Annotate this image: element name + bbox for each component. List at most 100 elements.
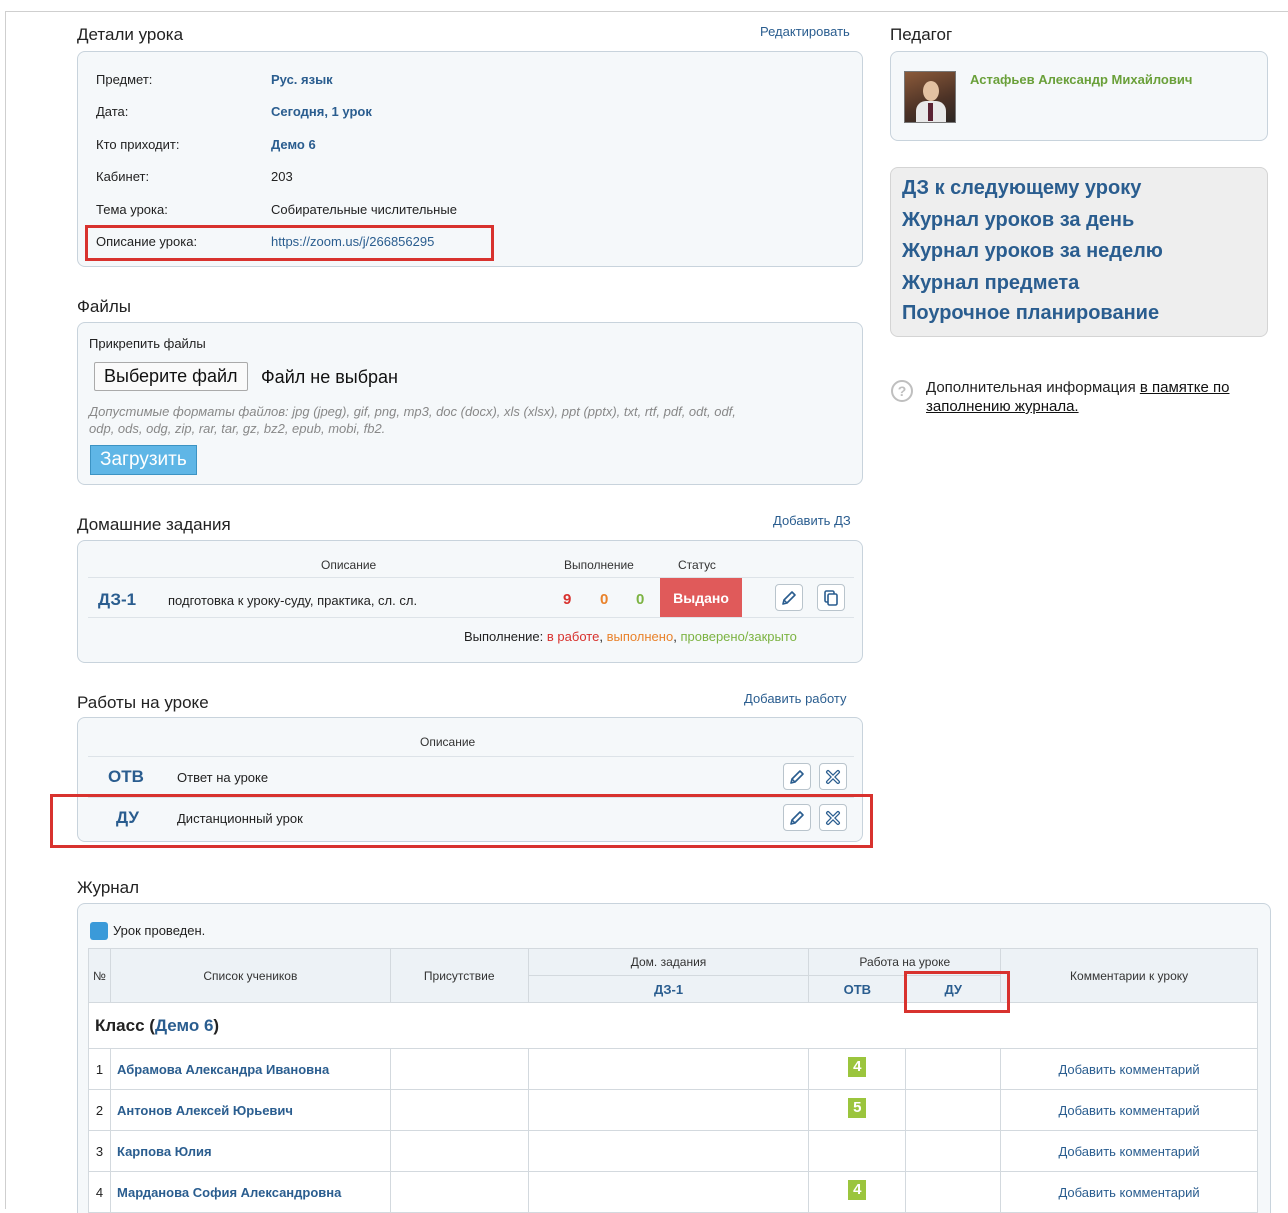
du-cell[interactable] [905, 1171, 1002, 1213]
allowed-formats-line1: Допустимые форматы файлов: jpg (jpeg), g… [89, 404, 736, 419]
class-value[interactable]: Демо 6 [271, 137, 316, 152]
row-num: 4 [88, 1171, 111, 1213]
table-row: 2 Антонов Алексей Юрьевич 5 Добавить ком… [88, 1089, 1258, 1131]
memo-link-continued[interactable]: заполнению журнала. [926, 398, 1079, 415]
upload-button[interactable]: Загрузить [90, 445, 197, 475]
student-name-link[interactable]: Марданова София Александровна [117, 1185, 341, 1200]
subject-label: Предмет: [96, 72, 153, 87]
col-header-num: № [88, 948, 111, 1003]
teacher-panel: Астафьев Александр Михайлович [890, 51, 1268, 141]
legend-sep2: , [673, 629, 677, 644]
works-title: Работы на уроке [77, 693, 209, 712]
highlight-lesson-description [85, 225, 494, 261]
subject-journal-link[interactable]: Журнал предмета [902, 272, 1079, 295]
quick-links-panel: ДЗ к следующему уроку Журнал уроков за д… [890, 167, 1268, 337]
table-row: 4 Марданова София Александровна 4 Добави… [88, 1171, 1258, 1213]
teacher-title: Педагог [890, 25, 953, 44]
homework-code-link[interactable]: ДЗ-1 [98, 590, 136, 610]
frame-border-left [5, 11, 6, 1209]
lesson-planning-link[interactable]: Поурочное планирование [902, 302, 1159, 325]
presence-cell[interactable] [389, 1171, 529, 1213]
files-title: Файлы [77, 297, 132, 316]
presence-cell[interactable] [389, 1048, 529, 1090]
du-cell[interactable] [905, 1130, 1002, 1172]
choose-file-button[interactable]: Выберите файл [94, 362, 248, 391]
class-group-row: Класс (Демо 6) [88, 1002, 1258, 1049]
hw-in-progress-count: 9 [563, 591, 572, 608]
help-icon: ? [891, 380, 913, 402]
student-name-link[interactable]: Карпова Юлия [117, 1144, 212, 1159]
day-journal-link[interactable]: Журнал уроков за день [902, 209, 1134, 232]
table-row: 1 Абрамова Александра Ивановна 4 Добавит… [88, 1048, 1258, 1090]
legend-prefix: Выполнение: [464, 629, 544, 644]
col-header-presence: Присутствие [389, 948, 529, 1003]
hw1-cell[interactable] [527, 1171, 810, 1213]
hw1-cell[interactable] [527, 1089, 810, 1131]
table-row: 3 Карпова Юлия Добавить комментарий [88, 1130, 1258, 1172]
student-name-link[interactable]: Абрамова Александра Ивановна [117, 1062, 329, 1077]
week-journal-link[interactable]: Журнал уроков за неделю [902, 240, 1163, 263]
teacher-avatar [904, 71, 956, 123]
du-cell[interactable] [905, 1048, 1002, 1090]
homework-panel: Описание Выполнение Статус ДЗ-1 подготов… [77, 540, 863, 663]
topic-value: Собирательные числительные [271, 202, 457, 217]
lesson-done-checkbox[interactable] [90, 922, 108, 940]
teacher-name-link[interactable]: Астафьев Александр Михайлович [970, 72, 1192, 87]
homework-next-lesson-link[interactable]: ДЗ к следующему уроку [902, 177, 1141, 200]
work-code-otv-link[interactable]: ОТВ [108, 767, 144, 787]
pencil-icon [782, 590, 796, 605]
col-header-homework: Дом. задания [527, 948, 810, 976]
edit-lesson-link[interactable]: Редактировать [760, 24, 850, 39]
legend-sep1: , [599, 629, 603, 644]
pencil-icon [790, 769, 804, 784]
add-homework-link[interactable]: Добавить ДЗ [773, 513, 851, 528]
add-comment-link[interactable]: Добавить комментарий [1058, 1144, 1199, 1159]
hw1-cell[interactable] [527, 1130, 810, 1172]
highlight-distance-lesson-row [50, 794, 873, 848]
legend-in-progress: в работе [546, 629, 600, 644]
add-comment-link[interactable]: Добавить комментарий [1058, 1185, 1199, 1200]
journal-title: Журнал [77, 878, 140, 897]
add-comment-link[interactable]: Добавить комментарий [1058, 1103, 1199, 1118]
row-num: 2 [88, 1089, 111, 1131]
room-label: Кабинет: [96, 169, 150, 184]
homework-status-badge[interactable]: Выдано [660, 578, 742, 617]
subject-value[interactable]: Рус. язык [271, 72, 333, 87]
memo-link[interactable]: в памятке по [1140, 379, 1230, 396]
hw-checked-count: 0 [636, 591, 645, 608]
date-label: Дата: [96, 104, 129, 119]
hw-header-completion: Выполнение [564, 558, 634, 572]
hw-done-count: 0 [600, 591, 609, 608]
class-label: Кто приходит: [96, 137, 180, 152]
student-name-link[interactable]: Антонов Алексей Юрьевич [117, 1103, 293, 1118]
col-header-otv[interactable]: ОТВ [808, 975, 907, 1003]
du-cell[interactable] [905, 1089, 1002, 1131]
otv-cell[interactable]: 4 [808, 1048, 907, 1090]
details-title: Детали урока [77, 25, 184, 44]
edit-work-otv-button[interactable] [783, 763, 811, 790]
allowed-formats-line2: odp, ods, odg, zip, rar, tar, gz, bz2, e… [89, 421, 386, 436]
presence-cell[interactable] [389, 1130, 529, 1172]
otv-cell[interactable]: 5 [808, 1089, 907, 1131]
works-header-description: Описание [420, 735, 476, 749]
edit-homework-button[interactable] [775, 584, 803, 611]
copy-homework-button[interactable] [817, 584, 845, 611]
add-comment-link[interactable]: Добавить комментарий [1058, 1062, 1199, 1077]
class-name-link[interactable]: Демо 6 [155, 1016, 213, 1035]
grade-badge: 5 [848, 1098, 867, 1118]
class-prefix: Класс ( [95, 1015, 155, 1035]
col-header-hw1[interactable]: ДЗ-1 [527, 975, 810, 1003]
grade-badge: 4 [848, 1180, 867, 1200]
hw-header-description: Описание [321, 558, 377, 572]
hw-row-divider [88, 617, 854, 618]
otv-cell[interactable]: 4 [808, 1171, 907, 1213]
add-work-link[interactable]: Добавить работу [744, 691, 847, 706]
hw1-cell[interactable] [527, 1048, 810, 1090]
works-header-divider [88, 756, 854, 757]
date-value[interactable]: Сегодня, 1 урок [271, 104, 372, 119]
work-description-otv: Ответ на уроке [177, 770, 269, 785]
presence-cell[interactable] [389, 1089, 529, 1131]
otv-cell[interactable] [808, 1130, 907, 1172]
delete-work-otv-button[interactable] [819, 763, 847, 790]
homework-description: подготовка к уроку-суду, практика, сл. с… [168, 593, 418, 608]
